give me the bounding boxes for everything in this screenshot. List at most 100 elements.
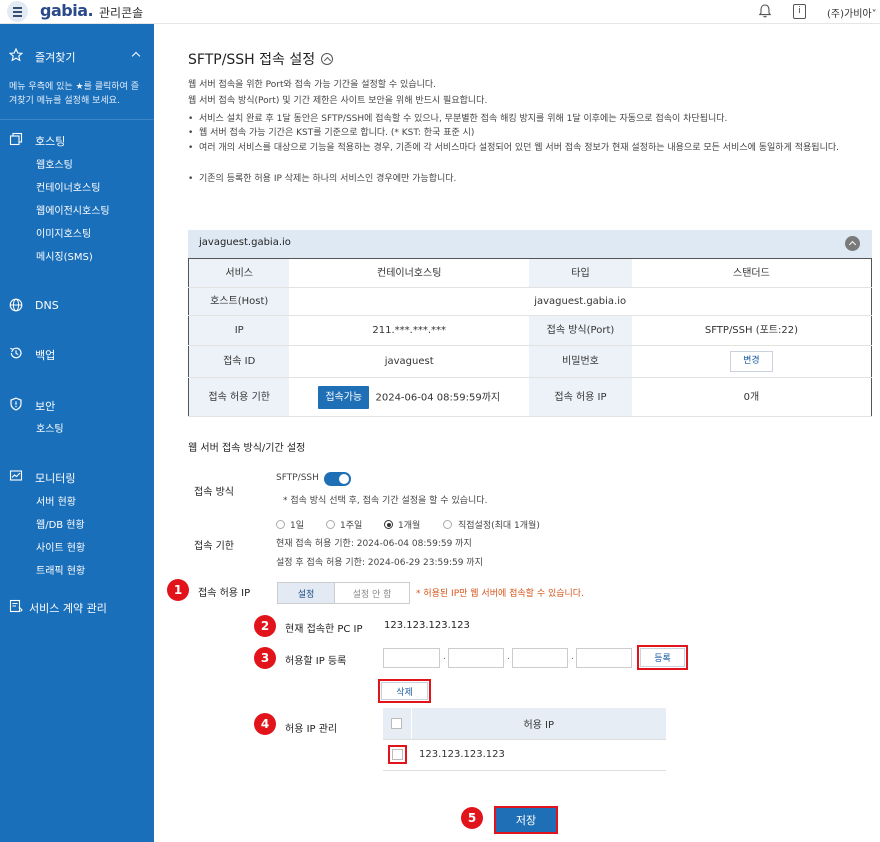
- period-label: 접속 기한: [194, 541, 234, 552]
- label-type: 타입: [529, 258, 632, 288]
- chevron-up-icon[interactable]: [321, 53, 333, 65]
- sidebar-item-web-db-status[interactable]: 웹/DB 현황: [36, 516, 85, 531]
- company-name: (주)가비아: [827, 9, 872, 20]
- sidebar-item-monitoring[interactable]: 모니터링: [35, 470, 75, 486]
- value-service: 컨테이너호스팅: [289, 258, 530, 288]
- sidebar-item-security[interactable]: 보안: [35, 398, 55, 414]
- chevron-down-icon: ˅: [871, 9, 877, 20]
- sidebar-item-dns[interactable]: DNS: [35, 299, 59, 312]
- bell-icon[interactable]: [757, 3, 773, 19]
- sidebar-item-container-hosting[interactable]: 컨테이너호스팅: [36, 179, 100, 194]
- radio-1day[interactable]: [276, 520, 285, 529]
- current-pc-ip-value: 123.123.123.123: [384, 620, 470, 631]
- method-label: 접속 방식: [194, 487, 234, 498]
- sidebar-item-site-status[interactable]: 사이트 현황: [36, 539, 85, 554]
- method-note: * 접속 방식 선택 후, 접속 기간 설정을 할 수 있습니다.: [283, 496, 488, 506]
- password-cell: 변경: [631, 345, 872, 378]
- sidebar-item-traffic-status[interactable]: 트래픽 현황: [36, 562, 85, 577]
- description-line: 웹 서버 접속을 위한 Port와 접속 가능 기간을 설정할 수 있습니다.: [188, 80, 437, 90]
- label-access-period: 접속 허용 기한: [188, 377, 290, 417]
- callout-badge: 1: [167, 579, 189, 601]
- method-toggle[interactable]: [324, 472, 351, 486]
- sidebar-item-hosting[interactable]: 호스팅: [35, 133, 65, 149]
- account-menu[interactable]: (주)가비아˅: [827, 5, 877, 20]
- value-ip: 211.***.***.***: [289, 315, 530, 346]
- current-period: 현재 접속 허용 기한: 2024-06-04 08:59:59 까지: [276, 539, 472, 549]
- option-1week: 1주일: [340, 521, 363, 531]
- period-cell: 접속가능 2024-06-04 08:59:59까지: [289, 377, 530, 417]
- radio-1week[interactable]: [326, 520, 335, 529]
- page-title: SFTP/SSH 접속 설정: [188, 52, 316, 68]
- sidebar-item-contract[interactable]: 서비스 계약 관리: [29, 600, 107, 616]
- sidebar-item-web-hosting[interactable]: 웹호스팅: [36, 156, 73, 171]
- server-info-table: 서비스 컨테이너호스팅 타입 스탠더드 호스트(Host) javaguest.…: [188, 258, 872, 417]
- allowed-ip-off-button[interactable]: 설정 안 함: [334, 583, 409, 603]
- hosting-icon: [9, 132, 23, 146]
- register-ip-button[interactable]: 등록: [640, 648, 685, 667]
- delete-ip-button[interactable]: 삭제: [381, 682, 428, 700]
- sidebar-item-image-hosting[interactable]: 이미지호스팅: [36, 225, 91, 240]
- label-password: 비밀번호: [529, 345, 632, 378]
- notice-bullet: 여러 개의 서비스를 대상으로 기능을 적용하는 경우, 기존에 각 서비스마다…: [188, 141, 878, 155]
- option-custom: 직접설정(최대 1개월): [458, 521, 540, 531]
- allowed-ip-label: 접속 허용 IP: [198, 588, 251, 599]
- ip-octet-1-input[interactable]: [383, 648, 440, 668]
- option-1month: 1개월: [398, 521, 421, 531]
- select-all-checkbox[interactable]: [391, 717, 403, 729]
- settings-section-title: 웹 서버 접속 방식/기간 설정: [188, 443, 306, 454]
- radio-1month[interactable]: [384, 520, 393, 529]
- console-title: 관리콘솔: [99, 6, 144, 20]
- sidebar-item-backup[interactable]: 백업: [35, 347, 55, 363]
- current-pc-ip-label: 현재 접속한 PC IP: [285, 624, 363, 635]
- ip-octet-3-input[interactable]: [512, 648, 568, 668]
- sidebar: 즐겨찾기 메뉴 우측에 있는 ★를 클릭하여 즐 겨찾기 메뉴를 설정해 보세요…: [0, 24, 154, 842]
- row-checkbox[interactable]: [387, 744, 407, 764]
- register-ip-label: 허용할 IP 등록: [285, 656, 347, 667]
- callout-badge: 5: [461, 807, 483, 829]
- value-access-period: 2024-06-04 08:59:59까지: [375, 392, 501, 403]
- menu-icon[interactable]: [7, 1, 28, 22]
- server-host-title: javaguest.gabia.io: [199, 237, 291, 248]
- table-row: 123.123.123.123: [383, 739, 666, 771]
- header-checkbox-cell: [383, 708, 411, 740]
- access-status-badge: 접속가능: [318, 385, 370, 409]
- method-value: SFTP/SSH: [276, 473, 319, 483]
- gabia-logo[interactable]: gabia.: [40, 1, 94, 20]
- ip-octet-4-input[interactable]: [576, 648, 632, 668]
- sidebar-item-agency-hosting[interactable]: 웹에이전시호스팅: [36, 202, 110, 217]
- sidebar-item-server-status[interactable]: 서버 현황: [36, 493, 76, 508]
- backup-icon: [10, 347, 22, 359]
- radio-custom[interactable]: [443, 520, 452, 529]
- change-password-button[interactable]: 변경: [730, 351, 773, 372]
- callout-badge: 2: [254, 615, 276, 637]
- callout-badge: 4: [254, 713, 276, 735]
- notice-bullet: 서비스 설치 완료 후 1달 동안은 SFTP/SSH에 접속할 수 있으나, …: [188, 112, 878, 126]
- allowed-ip-on-button[interactable]: 설정: [278, 583, 334, 603]
- favorites-description: 메뉴 우측에 있는 ★를 클릭하여 즐 겨찾기 메뉴를 설정해 보세요.: [9, 82, 140, 106]
- notice-bullet: 웹 서버 접속 가능 기간은 KST를 기준으로 합니다. (* KST: 한국…: [188, 126, 878, 140]
- save-button[interactable]: 저장: [494, 806, 558, 834]
- sidebar-item-security-hosting[interactable]: 호스팅: [36, 420, 64, 435]
- sidebar-item-sms[interactable]: 메시징(SMS): [36, 248, 93, 263]
- globe-icon: [9, 298, 23, 312]
- description-line: 웹 서버 접속 방식(Port) 및 기간 제한은 사이트 보안을 위해 반드시…: [188, 96, 488, 106]
- collapse-icon[interactable]: [845, 236, 860, 251]
- row-checkbox-cell: [383, 739, 411, 771]
- allowed-ip-segment: 설정 설정 안 함: [277, 582, 410, 604]
- allowed-ip-table: 허용 IP 123.123.123.123: [383, 708, 666, 771]
- sidebar-item-favorites[interactable]: 즐겨찾기: [35, 49, 75, 65]
- value-access-id: javaguest: [289, 345, 530, 378]
- ip-table-header: 허용 IP: [410, 708, 666, 740]
- after-period: 설정 후 접속 허용 기한: 2024-06-29 23:59:59 까지: [276, 558, 483, 568]
- notice-bullet: 기존의 등록한 허용 IP 삭제는 하나의 서비스인 경우에만 가능합니다.: [188, 172, 878, 186]
- value-host: javaguest.gabia.io: [289, 287, 872, 316]
- shield-icon: [10, 397, 22, 411]
- ip-octet-2-input[interactable]: [448, 648, 504, 668]
- chevron-up-icon[interactable]: [131, 51, 141, 61]
- value-port: SFTP/SSH (포트:22): [631, 315, 872, 346]
- value-type: 스탠더드: [631, 258, 872, 288]
- ip-table-cell: 123.123.123.123: [411, 739, 666, 771]
- option-1day: 1일: [290, 521, 305, 531]
- label-service: 서비스: [188, 258, 290, 288]
- info-icon[interactable]: i: [793, 4, 806, 19]
